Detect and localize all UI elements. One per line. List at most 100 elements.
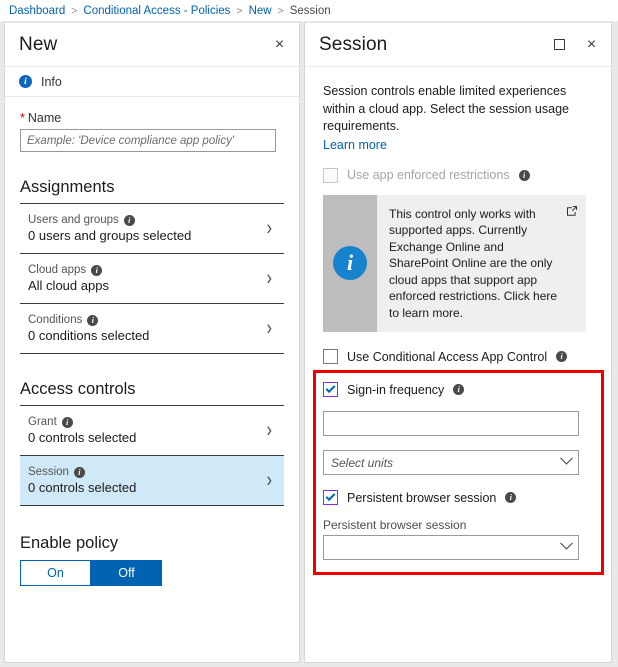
info-callout: i This control only works with supported… [323, 194, 586, 332]
check-icon [325, 491, 336, 502]
chevron-right-icon: › [266, 468, 272, 492]
session-blade-header-actions: × [551, 36, 600, 53]
sign-in-frequency-checkbox[interactable] [323, 382, 338, 397]
row-divider [20, 353, 284, 354]
session-blade-body: Session controls enable limited experien… [305, 67, 611, 560]
learn-more-link[interactable]: Learn more [323, 138, 387, 152]
name-label-text: Name [27, 111, 62, 125]
breadcrumb-separator: > [277, 4, 284, 17]
persistent-browser-session-select[interactable] [323, 535, 579, 560]
sidebar-item-conditions[interactable]: Conditions i 0 conditions selected › [20, 304, 284, 353]
session-blade: Session × Session controls enable limite… [304, 22, 612, 663]
persistent-browser-session-label: Persistent browser session [347, 490, 497, 505]
users-and-groups-texts: Users and groups i 0 users and groups se… [28, 214, 191, 243]
name-field-label: * Name [20, 111, 284, 125]
check-icon [325, 383, 336, 394]
sign-in-frequency-value-input[interactable] [323, 411, 579, 436]
grant-texts: Grant i 0 controls selected [28, 416, 136, 445]
persistent-browser-session-row[interactable]: Persistent browser session i [323, 490, 595, 505]
app-enforced-restrictions-checkbox[interactable] [323, 167, 338, 183]
conditions-label: Conditions [28, 314, 83, 326]
chevron-right-icon: › [266, 316, 272, 340]
breadcrumb-item-conditional-access-policies[interactable]: Conditional Access - Policies [83, 5, 230, 17]
users-and-groups-label: Users and groups [28, 214, 119, 226]
info-icon[interactable]: i [61, 416, 73, 428]
name-input[interactable] [20, 129, 276, 152]
required-marker: * [20, 111, 25, 125]
session-page-title: Session [319, 33, 388, 55]
cloud-apps-label-row: Cloud apps i [28, 264, 109, 276]
sidebar-item-session[interactable]: Session i 0 controls selected › [20, 456, 284, 505]
conditional-access-app-control-label: Use Conditional Access App Control [347, 349, 548, 364]
session-label: Session [28, 466, 69, 478]
breadcrumb-separator: > [71, 4, 78, 17]
info-icon[interactable]: i [87, 314, 99, 326]
sign-in-frequency-units-select[interactable]: Select units [323, 450, 579, 475]
conditional-access-app-control-row[interactable]: Use Conditional Access App Control i [323, 349, 595, 364]
sign-in-frequency-row[interactable]: Sign-in frequency i [323, 382, 595, 397]
info-icon[interactable]: i [91, 264, 103, 276]
breadcrumb: Dashboard > Conditional Access - Policie… [0, 0, 618, 21]
chevron-down-icon [560, 536, 573, 550]
close-glyph: × [274, 35, 285, 53]
sidebar-item-grant[interactable]: Grant i 0 controls selected › [20, 406, 284, 455]
info-icon: i [333, 246, 367, 281]
access-controls-section-title: Access controls [20, 380, 136, 398]
info-icon[interactable]: i [453, 384, 465, 395]
cloud-apps-value: All cloud apps [28, 278, 109, 293]
chevron-right-icon: › [266, 216, 272, 240]
row-divider [20, 505, 284, 506]
sign-in-frequency-label: Sign-in frequency [347, 382, 445, 397]
sidebar-item-cloud-apps[interactable]: Cloud apps i All cloud apps › [20, 254, 284, 303]
page-title: New [19, 33, 58, 55]
enable-policy-toggle[interactable]: On Off [20, 560, 162, 586]
info-icon[interactable]: i [505, 492, 517, 503]
session-value: 0 controls selected [28, 480, 137, 495]
persistent-browser-session-checkbox[interactable] [323, 490, 338, 505]
info-icon[interactable]: i [123, 214, 135, 226]
close-glyph: × [586, 35, 597, 53]
breadcrumb-item-dashboard[interactable]: Dashboard [9, 5, 65, 17]
conditional-access-app-control-checkbox[interactable] [323, 349, 338, 364]
app-enforced-restrictions-row[interactable]: Use app enforced restrictions i [323, 167, 595, 183]
app-root: Dashboard > Conditional Access - Policie… [0, 0, 618, 667]
close-icon[interactable]: × [271, 36, 288, 53]
sign-in-frequency-units-value: Select units [331, 455, 394, 470]
new-blade-header: New × [5, 23, 299, 67]
cloud-apps-texts: Cloud apps i All cloud apps [28, 264, 109, 293]
enable-policy-off-option[interactable]: Off [91, 560, 162, 586]
callout-text: This control only works with supported a… [389, 206, 558, 320]
info-label: Info [41, 74, 62, 89]
grant-label-row: Grant i [28, 416, 136, 428]
breadcrumb-item-new[interactable]: New [249, 5, 272, 17]
enable-policy-on-option[interactable]: On [20, 560, 91, 586]
info-icon[interactable]: i [518, 169, 530, 181]
close-icon[interactable]: × [583, 36, 600, 53]
breadcrumb-separator: > [236, 4, 243, 17]
chevron-right-icon: › [266, 418, 272, 442]
new-policy-blade: New × i Info *Name Assignments Users and [4, 22, 300, 663]
session-texts: Session i 0 controls selected [28, 466, 136, 495]
info-icon[interactable]: i [556, 351, 568, 362]
breadcrumb-item-session: Session [289, 4, 331, 17]
maximize-glyph [554, 39, 565, 50]
persistent-browser-session-field-label: Persistent browser session [323, 518, 467, 532]
session-blade-header: Session × [305, 23, 611, 67]
info-bar[interactable]: i Info [5, 67, 299, 97]
users-and-groups-label-row: Users and groups i [28, 214, 191, 226]
enable-policy-title: Enable policy [20, 534, 119, 552]
new-blade-header-actions: × [271, 36, 288, 53]
new-blade-body: *Name Assignments Users and groups i 0 u… [5, 97, 299, 586]
sidebar-item-users-and-groups[interactable]: Users and groups i 0 users and groups se… [20, 204, 284, 253]
conditions-texts: Conditions i 0 conditions selected [28, 314, 149, 343]
session-label-row: Session i [28, 466, 136, 478]
grant-value: 0 controls selected [28, 430, 137, 445]
cloud-apps-label: Cloud apps [28, 264, 87, 276]
callout-icon-area: i [323, 194, 377, 332]
info-icon[interactable]: i [73, 466, 85, 478]
info-icon: i [19, 75, 32, 88]
maximize-icon[interactable] [551, 36, 568, 53]
grant-label: Grant [28, 416, 57, 428]
external-link-icon[interactable] [566, 204, 578, 216]
session-description: Session controls enable limited experien… [323, 84, 569, 133]
